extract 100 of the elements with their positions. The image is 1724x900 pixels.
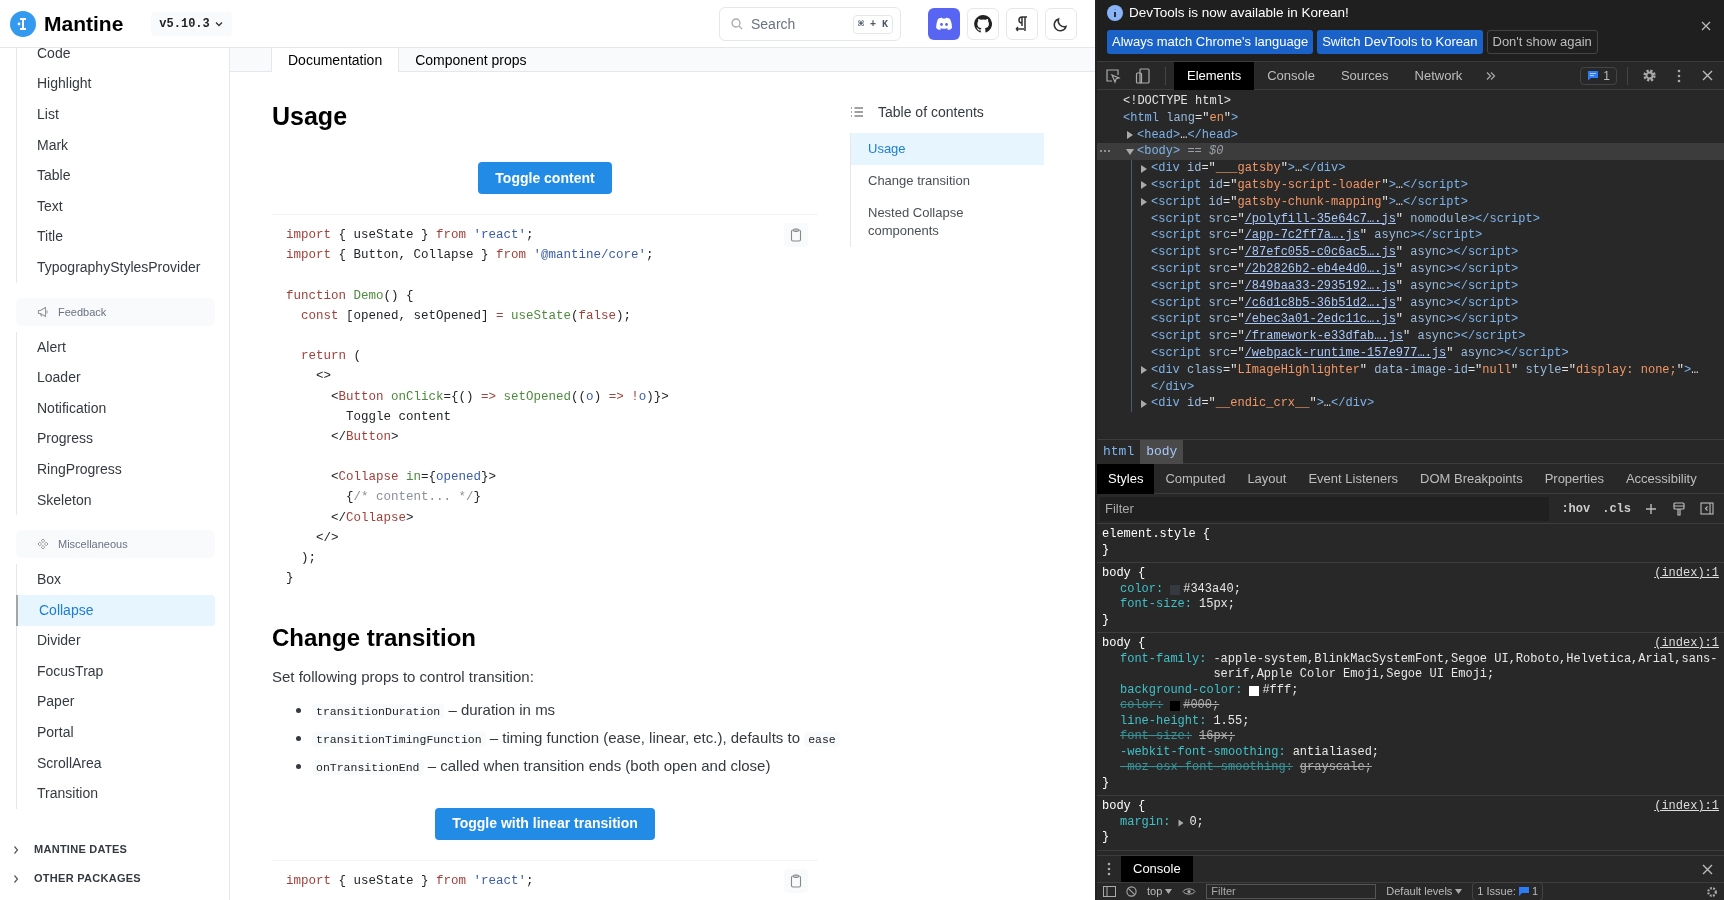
devtools-tab[interactable]: Elements: [1174, 61, 1255, 90]
nav-link[interactable]: Portal: [16, 717, 215, 748]
sidebar-toggle-button[interactable]: [1699, 500, 1715, 517]
chevron-right-icon[interactable]: [12, 844, 20, 855]
source-link[interactable]: (index):1: [1654, 636, 1719, 652]
color-swatch[interactable]: [1170, 701, 1181, 711]
banner-button[interactable]: Don't show again: [1486, 30, 1598, 54]
hover-state-toggle[interactable]: :hov: [1561, 499, 1591, 518]
dom-node[interactable]: <head>…</head>: [1137, 126, 1238, 144]
banner-button[interactable]: Switch DevTools to Korean: [1317, 30, 1483, 54]
dom-node[interactable]: <script src="/app-7c2ff7a….js" async></script>: [1151, 227, 1483, 245]
clear-icon[interactable]: [1126, 886, 1137, 897]
eye-icon[interactable]: [1182, 887, 1197, 896]
theme-toggle-button[interactable]: [1045, 7, 1077, 40]
console-filter-field[interactable]: Filter: [1206, 884, 1377, 899]
color-swatch[interactable]: [1249, 685, 1260, 696]
panel-tab[interactable]: Styles: [1097, 463, 1155, 494]
dom-node[interactable]: <script src="/polyfill-35e64c7….js" nomodule></script>: [1151, 210, 1540, 228]
panel-tab[interactable]: Layout: [1236, 463, 1298, 494]
drawer-tab[interactable]: Console: [1121, 855, 1193, 883]
log-levels-select[interactable]: Default levels: [1386, 883, 1463, 900]
nav-link[interactable]: Transition: [16, 778, 215, 810]
primary-button[interactable]: Toggle with linear transition: [435, 807, 655, 840]
copy-button[interactable]: [784, 223, 808, 247]
nav-link[interactable]: Progress: [16, 423, 215, 455]
nav-link[interactable]: RingProgress: [16, 454, 215, 485]
dom-node[interactable]: <script src="/2b2826b2-eb4e4d0….js" async></script>: [1151, 260, 1519, 278]
dom-node[interactable]: <script id="gatsby-chunk-mapping">…</script>: [1151, 193, 1468, 211]
code-host-button[interactable]: [967, 7, 999, 40]
dom-node[interactable]: <script src="/webpack-runtime-157e977….js" async></script>: [1151, 344, 1569, 362]
collapsed-arrow-icon[interactable]: [1139, 180, 1149, 191]
nav-link[interactable]: Box: [16, 564, 215, 595]
dom-node[interactable]: <div id="__endic_crx__">…</div>: [1151, 395, 1375, 413]
dom-node[interactable]: <html lang="en">: [1123, 109, 1239, 127]
dom-node[interactable]: <body> == $0: [1137, 143, 1224, 161]
dom-node[interactable]: <script src="/framework-e33dfab….js" async></script>: [1151, 328, 1526, 345]
collapsed-arrow-icon[interactable]: [1139, 365, 1149, 376]
panel-tab[interactable]: Properties: [1533, 463, 1615, 494]
dom-node[interactable]: <script id="gatsby-script-loader">…</script>: [1151, 177, 1468, 194]
section-toggle[interactable]: OTHER PACKAGES: [34, 870, 141, 887]
toc-link[interactable]: Nested Collapse components: [851, 197, 1044, 247]
expand-arrow-icon[interactable]: [1177, 818, 1186, 827]
section-toggle[interactable]: MANTINE DATES: [34, 841, 128, 858]
nav-link[interactable]: Skeleton: [16, 484, 215, 516]
dom-node[interactable]: </div>: [1151, 378, 1195, 396]
source-link[interactable]: (index):1: [1654, 799, 1719, 815]
class-toggle[interactable]: .cls: [1602, 499, 1631, 518]
nav-link[interactable]: Highlight: [16, 68, 215, 100]
issues-button[interactable]: 1: [1580, 66, 1617, 85]
nav-link[interactable]: Loader: [16, 362, 215, 393]
toc-link[interactable]: Usage: [851, 133, 1044, 165]
nav-link[interactable]: Title: [16, 221, 215, 253]
dom-node[interactable]: <script src="/87efc055-c0c6ac5….js" async></script>: [1151, 244, 1519, 261]
nav-link[interactable]: Paper: [16, 686, 215, 718]
nav-link[interactable]: FocusTrap: [16, 656, 215, 687]
nav-link[interactable]: Table: [16, 160, 215, 191]
devtools-tab[interactable]: Sources: [1327, 61, 1402, 90]
dom-node[interactable]: <script src="/849baa33-2935192….js" async></script>: [1151, 277, 1519, 295]
nav-link[interactable]: Notification: [16, 392, 215, 424]
nav-link[interactable]: Divider: [16, 625, 215, 657]
collapsed-arrow-icon[interactable]: [1139, 398, 1149, 409]
collapsed-arrow-icon[interactable]: [1125, 130, 1135, 140]
version-select[interactable]: v5.10.3: [151, 11, 232, 36]
close-button[interactable]: [1700, 20, 1712, 32]
tab[interactable]: Documentation: [271, 48, 400, 72]
breadcrumb[interactable]: body: [1140, 439, 1184, 464]
nav-link[interactable]: Code: [16, 48, 215, 69]
text-direction-button[interactable]: [1006, 7, 1038, 40]
expanded-arrow-icon[interactable]: [1125, 146, 1135, 157]
collapsed-arrow-icon[interactable]: [1139, 163, 1149, 174]
toc-link[interactable]: Change transition: [851, 165, 1044, 197]
nav-link[interactable]: List: [16, 99, 215, 130]
issues-button[interactable]: 1 Issue: 1: [1472, 882, 1543, 900]
dom-node[interactable]: <script src="/c6d1c8b5-36b51d2….js" async></script>: [1151, 294, 1519, 312]
devtools-tab[interactable]: Network: [1401, 61, 1476, 90]
primary-button[interactable]: Toggle content: [478, 162, 612, 194]
settings-icon[interactable]: [1706, 885, 1718, 898]
panel-tab[interactable]: DOM Breakpoints: [1409, 463, 1534, 494]
copy-button[interactable]: [784, 868, 808, 893]
nav-link[interactable]: ScrollArea: [16, 747, 215, 779]
collapsed-arrow-icon[interactable]: [1139, 197, 1149, 208]
filter-field[interactable]: Filter: [1100, 496, 1550, 521]
dom-node[interactable]: <!DOCTYPE html>: [1123, 93, 1232, 110]
nav-link[interactable]: Text: [16, 190, 215, 222]
dom-node[interactable]: <div class="LImageHighlighter" data-image-id="null" style="display: none;">…: [1151, 361, 1699, 379]
source-link[interactable]: (index):1: [1654, 566, 1719, 582]
nav-link[interactable]: Alert: [16, 331, 215, 363]
banner-button[interactable]: Always match Chrome's language: [1107, 30, 1314, 54]
panel-tab[interactable]: Computed: [1154, 463, 1237, 494]
chat-button[interactable]: [928, 7, 960, 40]
sidebar-panel-icon[interactable]: [1103, 886, 1116, 897]
color-swatch[interactable]: [1170, 584, 1181, 595]
nav-link[interactable]: Mark: [16, 129, 215, 161]
chevron-right-icon[interactable]: [12, 873, 20, 884]
rendering-button[interactable]: [1671, 500, 1687, 517]
panel-tab[interactable]: Event Listeners: [1297, 463, 1410, 494]
nav-link[interactable]: TypographyStylesProvider: [16, 252, 215, 283]
context-select[interactable]: top: [1147, 883, 1173, 900]
dom-node[interactable]: <div id="___gatsby">…</div>: [1151, 160, 1346, 177]
nav-link[interactable]: Collapse: [16, 594, 215, 626]
